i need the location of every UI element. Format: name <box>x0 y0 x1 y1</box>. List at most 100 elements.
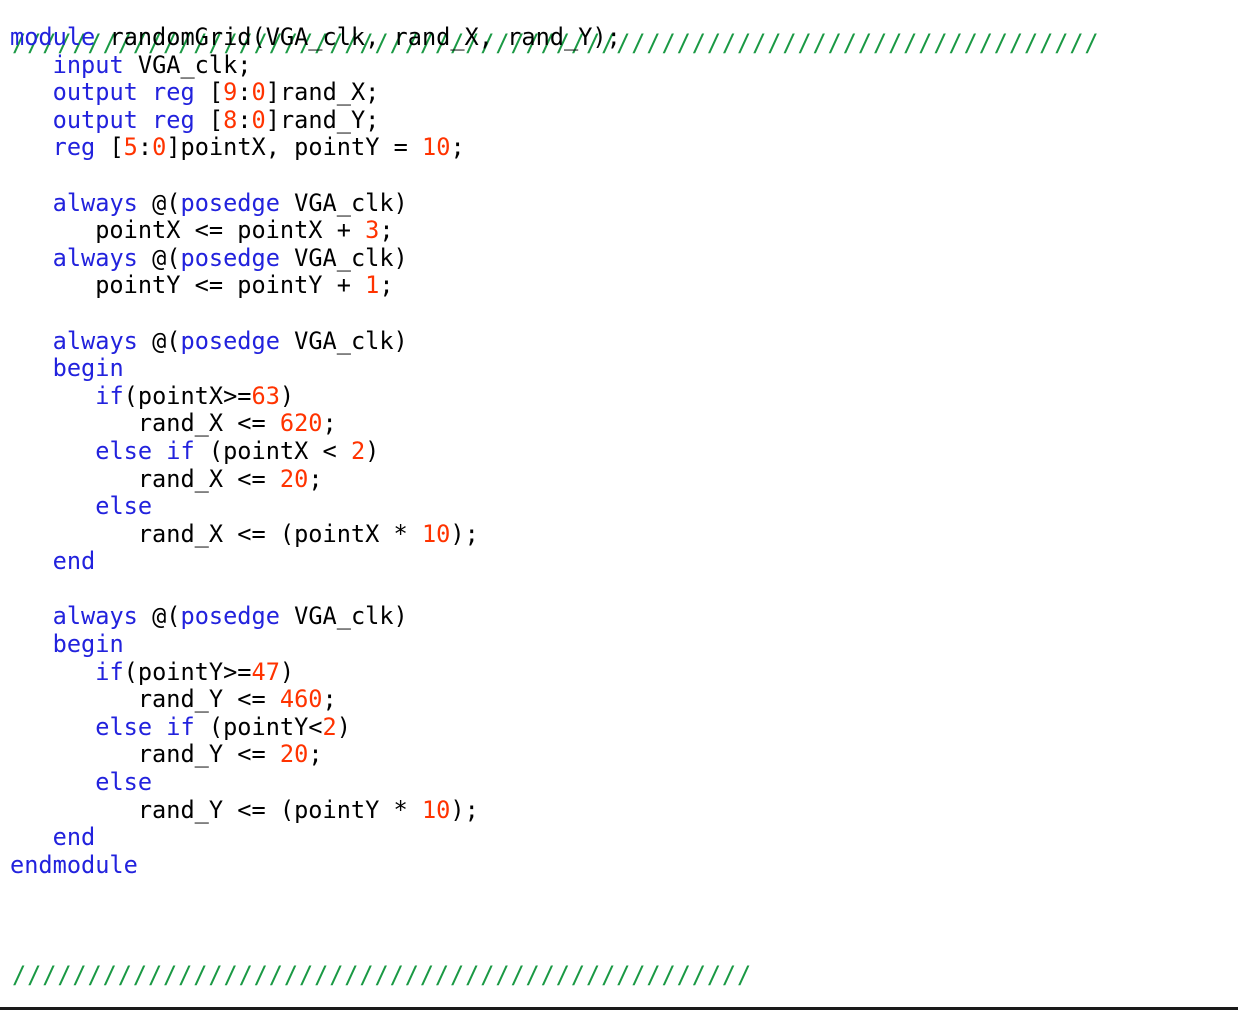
code-token-plain: [ <box>194 78 224 107</box>
code-token-plain: VGA_clk; <box>123 50 252 79</box>
code-line: else <box>10 492 1230 521</box>
code-token-kw: else if <box>95 712 195 741</box>
code-line: rand_Y <= 460; <box>10 685 1230 714</box>
code-token-num: 8 <box>223 105 238 134</box>
code-line: else if (pointX < 2) <box>10 436 1230 466</box>
code-line: input VGA_clk; <box>10 50 1230 80</box>
comment-banner-bottom: ////////////////////////////////////////… <box>12 961 753 989</box>
code-token-plain: @( <box>137 188 181 217</box>
code-line: rand_Y <= 20; <box>10 741 1230 769</box>
code-token-kw: posedge <box>180 243 280 272</box>
code-token-plain: randomGrid(VGA_clk, rand_X, rand_Y); <box>95 23 621 51</box>
code-token-plain: VGA_clk) <box>279 243 408 272</box>
code-line: rand_X <= 20; <box>10 464 1230 494</box>
code-token-plain: ; <box>379 271 394 300</box>
code-token-plain: ) <box>279 381 295 410</box>
code-token-num: 0 <box>251 78 266 107</box>
code-token-kw: reg <box>52 133 96 162</box>
code-token-kw: if <box>95 381 124 410</box>
code-line: pointY <= pointY + 1; <box>10 272 1230 300</box>
code-line: end <box>10 823 1230 852</box>
code-line: always @(posedge VGA_clk) <box>10 603 1230 631</box>
code-token-plain: rand_Y <= <box>10 740 280 769</box>
code-token-num: 2 <box>322 712 337 741</box>
code-token-plain: rand_X <= <box>10 409 280 438</box>
code-token-plain: ]rand_Y; <box>265 105 380 134</box>
code-token-num: 63 <box>251 381 280 410</box>
code-token-kw: begin <box>52 354 124 383</box>
code-line: begin <box>10 630 1230 659</box>
code-token-num: 10 <box>421 519 451 548</box>
code-token-kw: module <box>10 23 96 51</box>
code-token-plain: @( <box>137 602 181 631</box>
code-token-num: 20 <box>279 464 309 493</box>
code-token-kw: always <box>52 243 138 272</box>
code-token-plain: rand_Y <= (pointY * <box>10 795 422 824</box>
code-token-num: 460 <box>279 685 323 714</box>
code-line: pointX <= pointX + 3; <box>10 216 1230 245</box>
code-token-kw: end <box>52 547 96 576</box>
code-token-plain: ]rand_X; <box>265 78 380 107</box>
code-token-plain: : <box>237 105 252 134</box>
code-token-num: 20 <box>279 740 309 769</box>
code-token-kw: if <box>95 657 124 686</box>
code-token-plain: ) <box>365 436 380 465</box>
code-token-kw: always <box>52 326 138 355</box>
code-token-plain: ); <box>450 795 479 824</box>
code-token-plain: ; <box>322 409 337 438</box>
code-line: rand_X <= 620; <box>10 410 1230 438</box>
code-token-num: 0 <box>152 133 167 162</box>
code-line: output reg [8:0]rand_Y; <box>10 105 1230 135</box>
code-token-num: 47 <box>251 657 280 686</box>
code-token-plain: ; <box>308 740 323 769</box>
code-line: end <box>10 547 1230 576</box>
code-token-num: 5 <box>123 133 138 162</box>
code-token-plain: (pointY>= <box>123 657 252 686</box>
code-token-kw: input <box>52 50 124 79</box>
code-token-num: 1 <box>365 271 380 300</box>
code-listing-page: ////////////////////////////////////////… <box>0 0 1238 1010</box>
code-token-plain: [ <box>95 133 124 162</box>
code-token-plain: ; <box>450 133 465 162</box>
code-token-kw: posedge <box>180 602 280 631</box>
code-line: rand_Y <= (pointY * 10); <box>10 795 1230 825</box>
code-token-plain: : <box>237 78 252 107</box>
code-token-num: 10 <box>421 795 451 824</box>
code-token-plain: ]pointX, pointY = <box>166 133 423 162</box>
code-line: else <box>10 768 1230 797</box>
code-token-plain: pointX <= pointX + <box>10 216 366 245</box>
code-token-plain: : <box>137 133 153 162</box>
code-token-plain: VGA_clk) <box>279 188 408 217</box>
code-token-num: 620 <box>279 409 323 438</box>
code-token-kw: posedge <box>180 188 280 217</box>
code-token-plain: VGA_clk) <box>279 326 408 355</box>
code-token-plain: @( <box>137 326 181 355</box>
code-token-plain: rand_Y <= <box>10 685 280 714</box>
code-token-plain: @( <box>137 243 181 272</box>
code-token-plain: (pointX>= <box>123 381 252 410</box>
code-token-plain: pointY <= pointY + <box>10 271 366 300</box>
code-token-kw: output reg <box>52 78 195 107</box>
source-code-block[interactable]: module randomGrid(VGA_clk, rand_X, rand_… <box>10 23 1230 880</box>
code-token-num: 9 <box>223 78 238 107</box>
code-line: always @(posedge VGA_clk) <box>10 188 1230 218</box>
code-line: endmodule <box>10 851 1230 880</box>
code-line: output reg [9:0]rand_X; <box>10 78 1230 107</box>
code-token-plain: ); <box>450 519 479 548</box>
code-line: if(pointX>=63) <box>10 381 1230 411</box>
code-token-plain: (pointY< <box>194 712 323 741</box>
code-token-kw: else <box>95 768 153 797</box>
